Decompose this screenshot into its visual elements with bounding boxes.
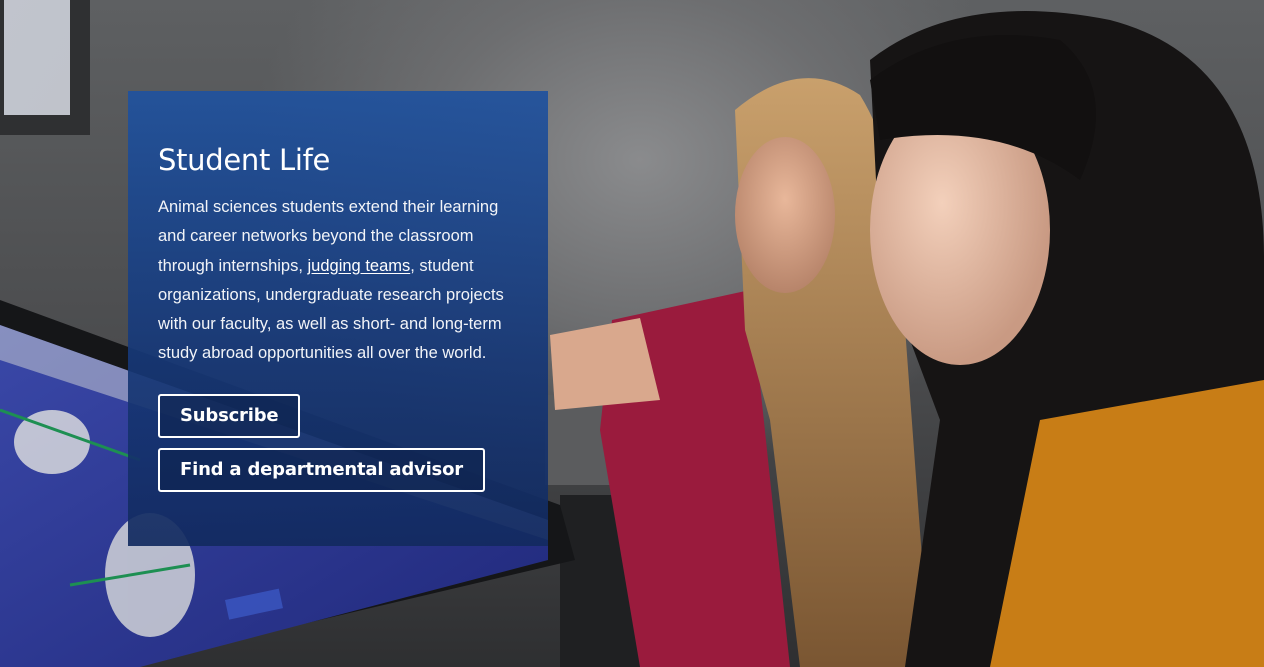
student-life-card: Student Life Animal sciences students ex… — [128, 91, 548, 546]
judging-teams-link[interactable]: judging teams — [308, 257, 411, 275]
find-departmental-advisor-button[interactable]: Find a departmental advisor — [158, 447, 485, 492]
action-buttons: Subscribe Find a departmental advisor — [158, 393, 518, 492]
section-description: Animal sciences students extend their le… — [158, 193, 518, 369]
section-title: Student Life — [158, 143, 331, 177]
student-life-hero: Student Life Animal sciences students ex… — [0, 0, 1264, 667]
subscribe-button[interactable]: Subscribe — [158, 393, 301, 438]
